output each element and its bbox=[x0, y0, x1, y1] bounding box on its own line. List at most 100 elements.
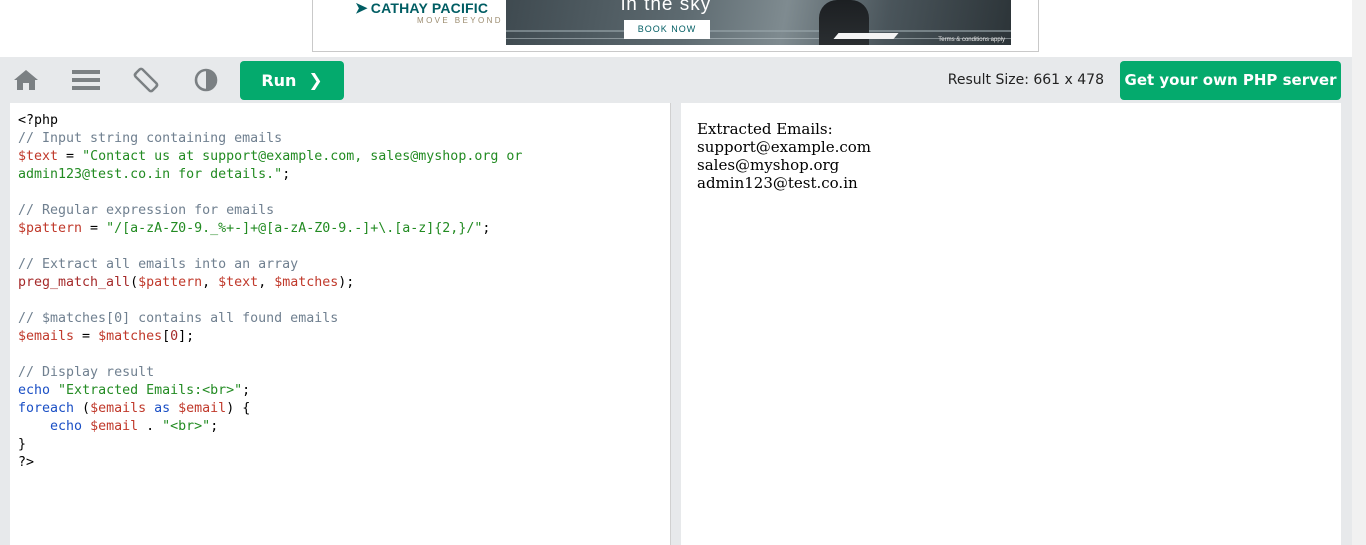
result-line: admin123@test.co.in bbox=[697, 174, 858, 192]
chevron-right-icon: ❯ bbox=[308, 71, 323, 91]
ad-banner[interactable]: ➤ CATHAY PACIFIC MOVE BEYOND in the sky B… bbox=[312, 0, 1039, 52]
page-scrollbar[interactable] bbox=[1352, 0, 1366, 545]
ad-book-now-button[interactable]: BOOK NOW bbox=[624, 20, 710, 39]
code-token: as bbox=[154, 401, 171, 416]
code-token: 0 bbox=[170, 329, 179, 344]
code-token: . bbox=[138, 419, 163, 434]
code-token: ; bbox=[482, 221, 491, 236]
code-token: foreach bbox=[18, 401, 75, 416]
rotate-icon[interactable] bbox=[132, 67, 160, 93]
code-line: echo "Extracted Emails:<br>"; bbox=[18, 382, 670, 400]
code-token: = bbox=[58, 149, 83, 164]
code-token: ; bbox=[210, 419, 219, 434]
code-token: admin123@test.co.in for details." bbox=[18, 167, 283, 182]
code-token: ); bbox=[338, 275, 355, 290]
code-token: // Input string containing emails bbox=[18, 131, 283, 146]
code-token: = bbox=[82, 221, 107, 236]
run-button[interactable]: Run ❯ bbox=[240, 61, 344, 100]
code-token: $text bbox=[18, 149, 59, 164]
code-token: $matches bbox=[274, 275, 339, 290]
result-line: support@example.com bbox=[697, 138, 871, 156]
code-line: // Input string containing emails bbox=[18, 130, 670, 148]
run-button-label: Run bbox=[261, 71, 297, 90]
code-token: // $matches[0] contains all found emails bbox=[18, 311, 339, 326]
ad-brand-name: CATHAY PACIFIC bbox=[370, 0, 489, 16]
code-line: // Extract all emails into an array bbox=[18, 256, 670, 274]
code-token: ; bbox=[242, 383, 251, 398]
code-editor[interactable]: <?php // Input string containing emails $t… bbox=[10, 103, 671, 545]
code-line: // $matches[0] contains all found emails bbox=[18, 310, 670, 328]
code-token: ]; bbox=[178, 329, 195, 344]
code-line: } bbox=[18, 436, 670, 454]
code-token: = bbox=[74, 329, 99, 344]
code-token: // Extract all emails into an array bbox=[18, 257, 299, 272]
code-token: ( bbox=[130, 275, 139, 290]
result-size: Result Size: 661 x 478 bbox=[947, 72, 1104, 88]
code-token: echo bbox=[18, 383, 51, 398]
code-line: $emails = $matches[0]; bbox=[18, 328, 670, 346]
code-token: $email bbox=[178, 401, 227, 416]
result-line: Extracted Emails: bbox=[697, 120, 833, 138]
get-php-server-button[interactable]: Get your own PHP server bbox=[1120, 61, 1341, 100]
ad-headline: in the sky bbox=[621, 0, 712, 15]
code-token: [ bbox=[162, 329, 171, 344]
code-token: } bbox=[18, 437, 27, 452]
code-token: $text bbox=[218, 275, 259, 290]
code-token: $pattern bbox=[138, 275, 203, 290]
code-token: "<br>" bbox=[162, 419, 211, 434]
code-line: $pattern = "/[a-zA-Z0-9._%+-]+@[a-zA-Z0-… bbox=[18, 220, 670, 238]
code-token: $matches bbox=[98, 329, 163, 344]
code-token: $email bbox=[90, 419, 139, 434]
brand-brushwing-icon: ➤ bbox=[355, 0, 368, 17]
code-line: // Regular expression for emails bbox=[18, 202, 670, 220]
code-line: ?> bbox=[18, 454, 670, 472]
code-line: echo $email . "<br>"; bbox=[18, 418, 670, 436]
code-token: "Contact us at support@example.com, sale… bbox=[82, 149, 523, 164]
toolbar: Run ❯ Result Size: 661 x 478 Get your own… bbox=[0, 57, 1352, 103]
result-panel: Extracted Emails: support@example.com sale… bbox=[681, 103, 1341, 545]
result-output: Extracted Emails: support@example.com sale… bbox=[681, 103, 1341, 192]
code-token: ?> bbox=[18, 455, 35, 470]
code-token: <?php bbox=[18, 113, 59, 128]
code-token: echo bbox=[50, 419, 83, 434]
code-token: preg_match_all bbox=[18, 275, 131, 290]
code-token: // Regular expression for emails bbox=[18, 203, 275, 218]
code-content[interactable]: <?php // Input string containing emails $t… bbox=[10, 103, 670, 472]
code-token: "Extracted Emails:<br>" bbox=[58, 383, 243, 398]
menu-icon[interactable] bbox=[72, 67, 100, 93]
home-icon[interactable] bbox=[12, 67, 40, 93]
result-line: sales@myshop.org bbox=[697, 156, 840, 174]
code-token: ; bbox=[282, 167, 291, 182]
workspace: <?php // Input string containing emails $t… bbox=[0, 103, 1352, 545]
code-token: , bbox=[202, 275, 219, 290]
code-line: preg_match_all($pattern, $text, $matches… bbox=[18, 274, 670, 292]
code-line: // Display result bbox=[18, 364, 670, 382]
code-token: $emails bbox=[90, 401, 147, 416]
ad-area: ➤ CATHAY PACIFIC MOVE BEYOND in the sky B… bbox=[0, 0, 1352, 57]
code-token: $pattern bbox=[18, 221, 83, 236]
code-line: admin123@test.co.in for details."; bbox=[18, 166, 670, 184]
code-line: $text = "Contact us at support@example.c… bbox=[18, 148, 670, 166]
ad-photo: in the sky BOOK NOW Terms & conditions a… bbox=[506, 0, 1011, 45]
ad-terms: Terms & conditions apply bbox=[938, 37, 1005, 43]
contrast-icon[interactable] bbox=[192, 67, 220, 93]
code-token: // Display result bbox=[18, 365, 155, 380]
code-token: $emails bbox=[18, 329, 75, 344]
code-token: "/[a-zA-Z0-9._%+-]+@[a-zA-Z0-9.-]+\.[a-z… bbox=[106, 221, 483, 236]
code-token: ) { bbox=[226, 401, 251, 416]
code-token: ( bbox=[74, 401, 91, 416]
ad-logo: ➤ CATHAY PACIFIC MOVE BEYOND bbox=[333, 0, 503, 51]
code-line: foreach ($emails as $email) { bbox=[18, 400, 670, 418]
code-token: , bbox=[258, 275, 275, 290]
ad-tagline: MOVE BEYOND bbox=[417, 16, 503, 25]
code-line: <?php bbox=[18, 112, 670, 130]
